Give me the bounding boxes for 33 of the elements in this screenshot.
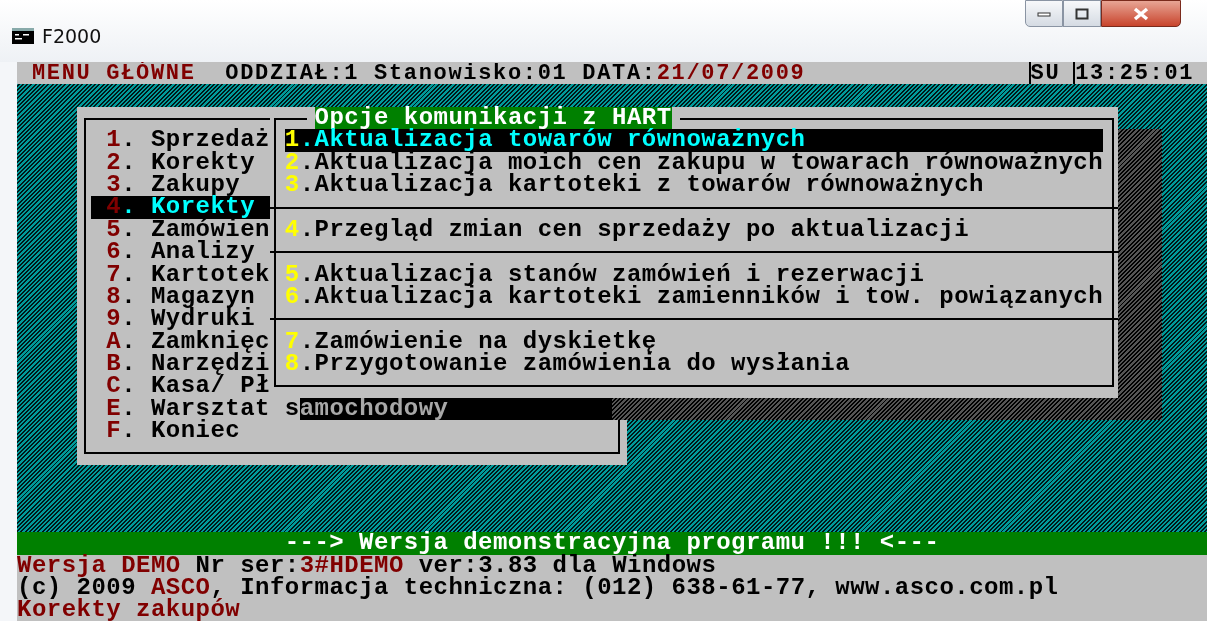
menu-item[interactable]: 9. Wydruki <box>91 308 270 331</box>
menu-item[interactable]: 8.Przygotowanie zamówienia do wysłania <box>284 353 1103 376</box>
menu-item[interactable]: 6. Analizy <box>91 241 270 264</box>
menu-item[interactable]: 4. Korekty <box>91 196 270 219</box>
window-title: F2000 <box>42 25 102 47</box>
clock-time: 13:25:01 <box>1073 62 1207 85</box>
menu-item[interactable]: 3. Zakupy <box>91 173 270 197</box>
close-icon <box>1133 6 1149 21</box>
menu-item[interactable]: 4.Przegląd zmian cen sprzedaży po aktualizacji <box>284 218 1103 242</box>
console-icon <box>12 28 34 44</box>
minimize-icon <box>1037 10 1051 17</box>
status-message: Korekty zakupów <box>17 599 1207 621</box>
menu-item[interactable]: 2.Aktualizacja moich cen zakupu w towarach równoważnych <box>284 151 1103 174</box>
date-value: 21/07/2009 <box>656 62 807 85</box>
menu-item[interactable]: 7. Kartotek <box>91 263 270 286</box>
user-code: SU <box>1028 62 1074 85</box>
maximize-icon <box>1075 7 1089 20</box>
menu-item[interactable]: 8. Magazyn <box>91 285 270 309</box>
menu-item[interactable]: 5.Aktualizacja stanów zamówień i rezerwacji <box>284 263 1103 286</box>
menu-item[interactable]: 3.Aktualizacja kartoteki z towarów równoważnych <box>284 173 1103 197</box>
menu-item[interactable]: 1. Sprzedaż <box>91 129 270 152</box>
demo-banner: ---> Wersja demonstracyjna programu !!! <--- <box>17 532 1207 555</box>
menu-item[interactable]: 6.Aktualizacja kartoteki zamienników i tow. powiązanych <box>284 285 1103 309</box>
menu-item[interactable]: F. Koniec <box>91 420 270 443</box>
menu-item[interactable]: 2. Korekty <box>91 151 270 174</box>
maximize-button[interactable] <box>1063 0 1101 27</box>
input-field: amochodowy <box>299 397 612 421</box>
menu-item[interactable]: B. Narzędzi <box>91 353 270 376</box>
menu-item[interactable]: 1.Aktualizacja towarów równoważnych <box>284 129 1103 152</box>
menu-item[interactable]: C. Kasa/ Pł <box>91 375 270 398</box>
screen-title: MENU GŁÓWNE <box>31 62 197 85</box>
close-button[interactable] <box>1101 0 1181 27</box>
menu-item[interactable]: A. Zamknięc <box>91 330 270 354</box>
